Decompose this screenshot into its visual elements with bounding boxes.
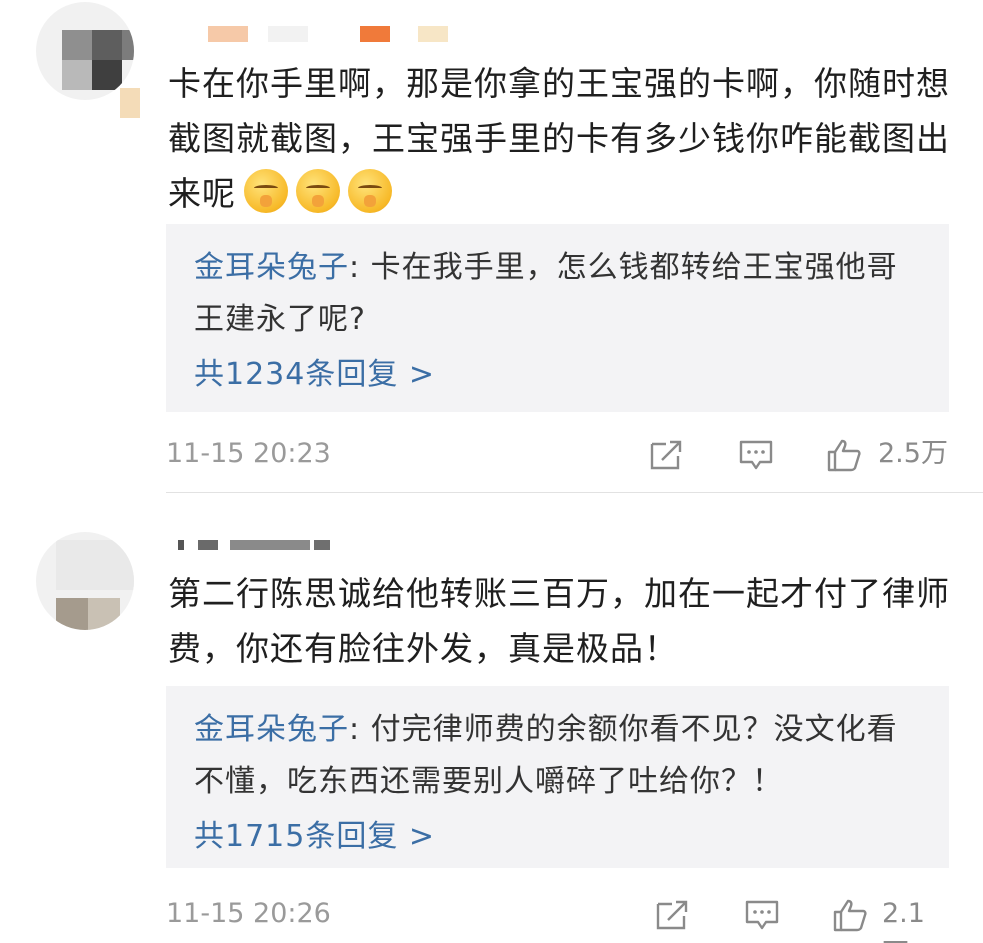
shushing-face-emoji-icon [296, 169, 340, 213]
avatar-badge [120, 88, 140, 118]
comment-body: 第二行陈思诚给他转账三百万，加在一起才付了律师费，你还有脸往外发，真是极品！ [168, 574, 950, 668]
reply-text: 金耳朵兔子: 付完律师费的余额你看不见？没文化看不懂，吃东西还需要别人嚼碎了吐给… [194, 704, 921, 808]
timestamp: 11-15 20:23 [166, 438, 331, 469]
share-icon[interactable] [654, 898, 690, 932]
share-icon[interactable] [648, 438, 684, 472]
timestamp: 11-15 20:26 [166, 898, 331, 929]
username-blurred[interactable] [178, 534, 478, 560]
comment-text: 第二行陈思诚给他转账三百万，加在一起才付了律师费，你还有脸往外发，真是极品！ [168, 566, 958, 676]
comment-meta: 11-15 20:26 2.1万 [166, 894, 949, 943]
reply-author[interactable]: 金耳朵兔子 [194, 712, 349, 747]
reply-text: 金耳朵兔子: 卡在我手里，怎么钱都转给王宝强他哥王建永了呢? [194, 242, 921, 346]
divider [166, 492, 983, 493]
comment-meta: 11-15 20:23 2.5万 [166, 434, 949, 474]
thumbs-up-icon[interactable] [826, 438, 862, 472]
like-count: 2.5万 [878, 438, 948, 469]
shushing-face-emoji-icon [348, 169, 392, 213]
username-blurred[interactable] [178, 20, 478, 46]
avatar[interactable] [36, 532, 134, 630]
comment-text: 卡在你手里啊，那是你拿的王宝强的卡啊，你随时想截图就截图，王宝强手里的卡有多少钱… [168, 56, 958, 221]
shushing-face-emoji-icon [244, 169, 288, 213]
reply-preview[interactable]: 金耳朵兔子: 付完律师费的余额你看不见？没文化看不懂，吃东西还需要别人嚼碎了吐给… [166, 686, 949, 868]
reply-separator: : [349, 712, 371, 747]
like-count: 2.1万 [882, 898, 925, 943]
reply-separator: : [349, 250, 371, 285]
comment-icon[interactable] [738, 438, 774, 472]
comment-item: 第二行陈思诚给他转账三百万，加在一起才付了律师费，你还有脸往外发，真是极品！ 金… [0, 494, 983, 943]
view-replies-link[interactable]: 共1715条回复 > [194, 808, 921, 866]
comment-icon[interactable] [744, 898, 780, 932]
thumbs-up-icon[interactable] [832, 898, 868, 932]
reply-preview[interactable]: 金耳朵兔子: 卡在我手里，怎么钱都转给王宝强他哥王建永了呢? 共1234条回复 … [166, 224, 949, 412]
reply-author[interactable]: 金耳朵兔子 [194, 250, 349, 285]
comment-item: 卡在你手里啊，那是你拿的王宝强的卡啊，你随时想截图就截图，王宝强手里的卡有多少钱… [0, 0, 983, 493]
view-replies-link[interactable]: 共1234条回复 > [194, 346, 921, 404]
avatar[interactable] [36, 2, 134, 100]
